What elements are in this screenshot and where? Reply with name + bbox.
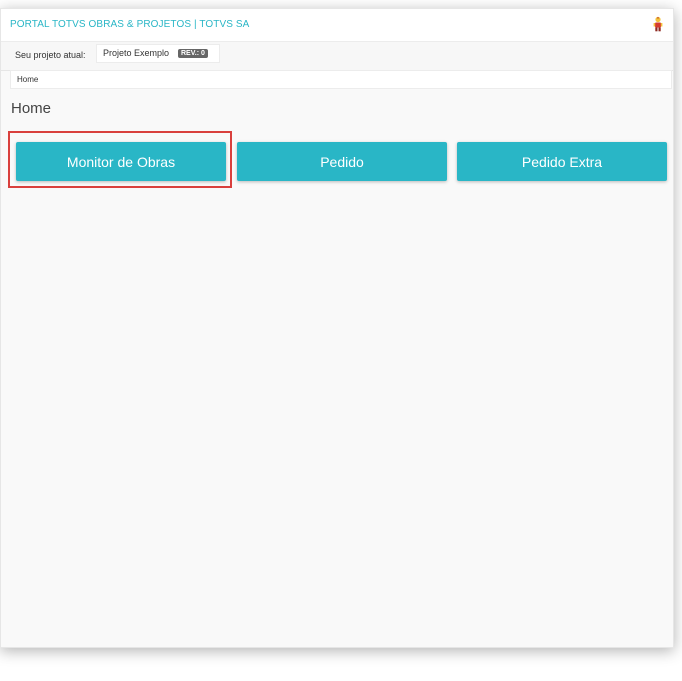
- pedido-extra-button[interactable]: Pedido Extra: [457, 142, 667, 181]
- page-title: Home: [11, 100, 52, 117]
- project-name: Projeto Exemplo: [103, 48, 170, 58]
- project-selector[interactable]: Projeto Exemplo REV.: 0: [96, 44, 220, 63]
- user-avatar-icon[interactable]: [652, 16, 664, 32]
- current-project-label: Seu projeto atual:: [15, 50, 86, 60]
- app-title[interactable]: PORTAL TOTVS OBRAS & PROJETOS | TOTVS SA: [10, 19, 249, 30]
- app-window: PORTAL TOTVS OBRAS & PROJETOS | TOTVS SA…: [0, 8, 674, 648]
- monitor-de-obras-button[interactable]: Monitor de Obras: [16, 142, 226, 181]
- breadcrumb-item-home[interactable]: Home: [17, 75, 38, 84]
- top-bar: PORTAL TOTVS OBRAS & PROJETOS | TOTVS SA: [1, 9, 673, 42]
- project-bar: Seu projeto atual: Projeto Exemplo REV.:…: [1, 42, 673, 71]
- revision-badge: REV.: 0: [178, 49, 208, 58]
- breadcrumb: Home: [10, 70, 672, 89]
- pedido-button[interactable]: Pedido: [237, 142, 447, 181]
